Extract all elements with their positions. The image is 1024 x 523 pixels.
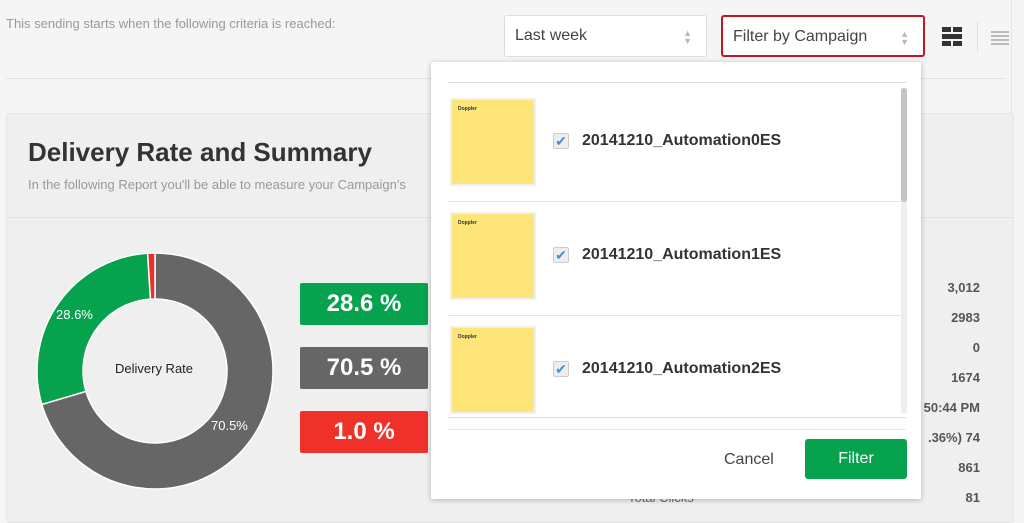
select-arrows-icon: ▲ ▼	[683, 28, 692, 46]
divider	[977, 22, 978, 52]
campaign-select-value: Filter by Campaign	[733, 28, 868, 45]
stat-value: 2983	[951, 310, 980, 325]
slice-label-green: 28.6%	[56, 307, 93, 322]
campaign-checkbox[interactable]: ✔	[553, 133, 569, 149]
campaign-list-item[interactable]: Doppler ✔ 20141210_Automation2ES	[448, 316, 906, 430]
thumbnail-logo: Doppler	[458, 220, 477, 226]
campaign-name: 20141210_Automation1ES	[582, 246, 782, 263]
stat-value: 861	[958, 460, 980, 475]
slice-label-gray: 70.5%	[211, 418, 248, 433]
report-title: Delivery Rate and Summary	[28, 137, 372, 167]
stat-value: 0	[972, 340, 980, 355]
campaign-filter-select[interactable]: Filter by Campaign ▲ ▼	[721, 15, 925, 57]
campaign-thumbnail: Doppler	[450, 98, 536, 186]
stat-value: .36%) 74	[927, 430, 980, 445]
donut-center-label: Delivery Rate	[114, 361, 194, 376]
campaign-thumbnail: Doppler	[450, 212, 536, 300]
divider	[448, 417, 906, 418]
stat-value: 50:44 PM	[923, 400, 980, 415]
period-select[interactable]: Last week ▲ ▼	[504, 15, 707, 57]
unopened-rate-pill: 70.5 %	[300, 347, 428, 389]
grid-view-icon[interactable]	[942, 27, 964, 47]
select-arrows-icon: ▲ ▼	[900, 29, 909, 47]
campaign-name: 20141210_Automation2ES	[582, 360, 782, 377]
thumbnail-logo: Doppler	[458, 334, 477, 340]
campaign-filter-popup: Doppler ✔ 20141210_Automation0ES Doppler ✔ 20…	[431, 62, 921, 499]
campaign-checkbox[interactable]: ✔	[553, 247, 569, 263]
filter-button[interactable]: Filter	[805, 439, 907, 479]
thumbnail-logo: Doppler	[458, 106, 477, 112]
scrollbar-thumb[interactable]	[901, 88, 907, 202]
campaign-thumbnail: Doppler	[450, 326, 536, 414]
stat-value: 81	[965, 490, 980, 505]
opened-rate-pill: 28.6 %	[300, 283, 428, 325]
list-view-icon[interactable]	[991, 31, 1009, 46]
donut-slice	[36, 252, 152, 406]
stat-value: 3,012	[947, 280, 980, 295]
period-select-value: Last week	[515, 27, 588, 44]
campaign-list-item[interactable]: Doppler ✔ 20141210_Automation1ES	[448, 202, 906, 316]
stat-value: 1674	[951, 370, 980, 385]
campaign-name: 20141210_Automation0ES	[582, 132, 782, 149]
bounced-rate-pill: 1.0 %	[300, 411, 428, 453]
campaign-list-item[interactable]: Doppler ✔ 20141210_Automation0ES	[448, 88, 906, 202]
campaign-checkbox[interactable]: ✔	[553, 361, 569, 377]
cancel-button[interactable]: Cancel	[724, 451, 774, 469]
report-subtitle: In the following Report you'll be able t…	[28, 177, 406, 192]
criteria-text: This sending starts when the following c…	[6, 16, 336, 31]
divider	[448, 82, 906, 83]
